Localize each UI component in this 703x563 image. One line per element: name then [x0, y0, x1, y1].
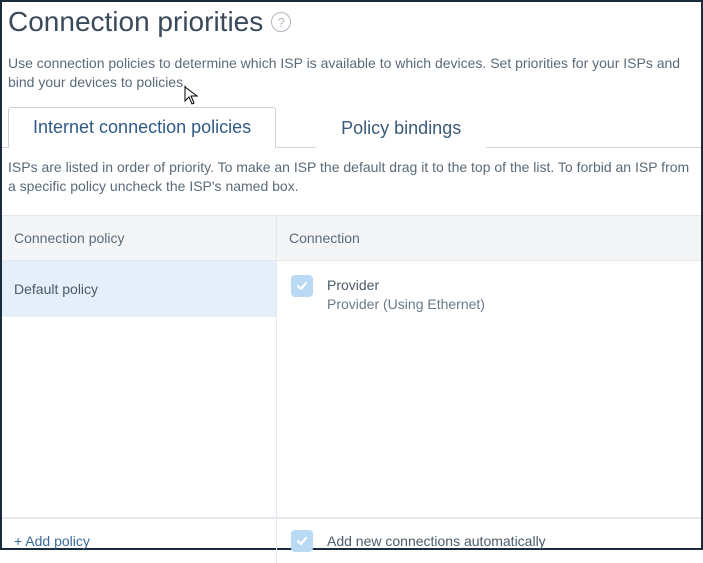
tab-description: ISPs are listed in order of priority. To… — [2, 148, 701, 215]
column-header-connection: Connection — [277, 216, 701, 261]
policies-grid: Connection policy Default policy Connect… — [2, 215, 701, 518]
auto-add-label: Add new connections automatically — [327, 533, 546, 549]
auto-add-checkbox[interactable] — [291, 530, 313, 552]
add-policy-button[interactable]: + Add policy — [2, 519, 277, 563]
page-title: Connection priorities — [8, 6, 263, 38]
column-header-policy: Connection policy — [2, 216, 276, 261]
tabs: Internet connection policies Policy bind… — [2, 106, 701, 148]
connection-name: Provider — [327, 276, 485, 295]
policy-row-default[interactable]: Default policy — [2, 261, 276, 317]
connection-detail: Provider (Using Ethernet) — [327, 295, 485, 314]
intro-text: Use connection policies to determine whi… — [2, 48, 701, 106]
tab-internet-connection-policies[interactable]: Internet connection policies — [8, 107, 276, 148]
connection-row: Provider Provider (Using Ethernet) — [291, 271, 687, 318]
check-icon — [295, 279, 309, 293]
check-icon — [295, 534, 309, 548]
tab-policy-bindings[interactable]: Policy bindings — [316, 108, 486, 148]
help-icon[interactable]: ? — [271, 12, 291, 32]
connection-checkbox[interactable] — [291, 275, 313, 297]
